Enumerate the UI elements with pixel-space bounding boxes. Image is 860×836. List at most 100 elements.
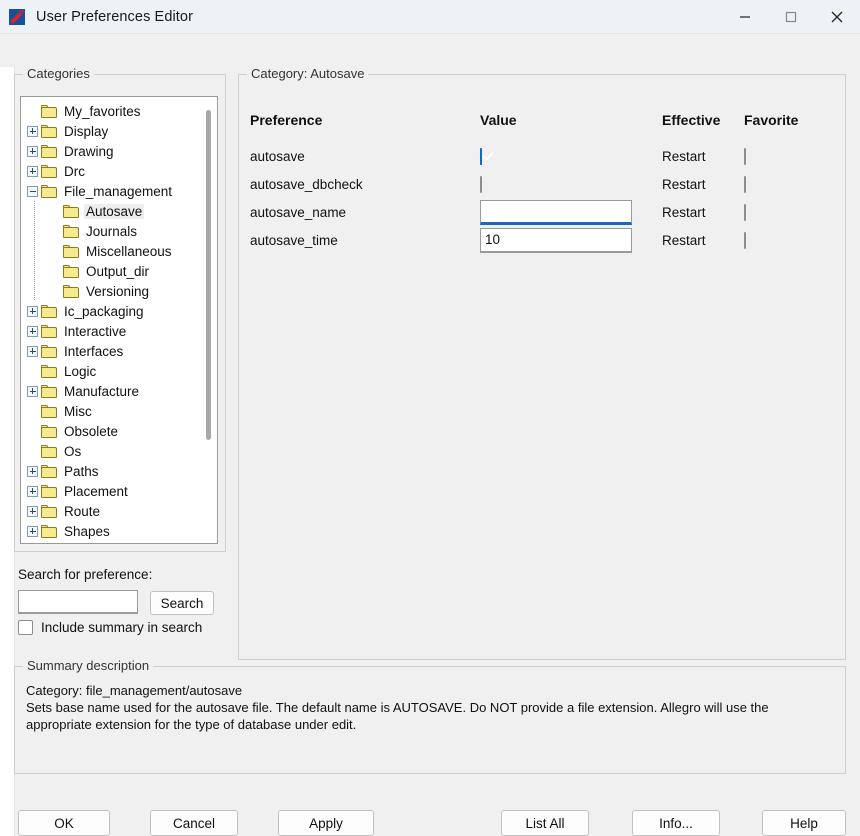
folder-icon [63, 204, 79, 218]
favorite-checkbox[interactable] [744, 147, 746, 165]
folder-icon [41, 484, 57, 498]
include-summary-checkbox[interactable] [18, 620, 33, 635]
tree-item-placement[interactable]: Placement [21, 481, 217, 501]
effective-value: Restart [662, 176, 706, 192]
favorite-checkbox[interactable] [744, 231, 746, 249]
expand-icon[interactable] [27, 125, 38, 137]
effective-value: Restart [662, 232, 706, 248]
tree-connector [34, 241, 35, 261]
tree-item-drawing[interactable]: Drawing [21, 141, 217, 161]
tree-item-journals[interactable]: Journals [21, 221, 217, 241]
tree-item-label: File_management [64, 183, 173, 199]
value-checkbox[interactable] [480, 175, 482, 193]
expand-icon[interactable] [27, 165, 38, 177]
tree-item-label: Drawing [64, 143, 114, 159]
tree-item-label: Paths [64, 463, 99, 479]
tree-item-label: Journals [86, 223, 138, 239]
preference-row: autosave_time Restart [250, 226, 836, 254]
cancel-button[interactable]: Cancel [150, 810, 238, 836]
expand-icon[interactable] [27, 385, 38, 397]
tree-item-label: Interfaces [64, 343, 124, 359]
tree-item-interactive[interactable]: Interactive [21, 321, 217, 341]
user-preferences-editor-window: User Preferences Editor Categories My_fa… [0, 0, 860, 836]
summary-line-2: Sets base name used for the autosave fil… [26, 700, 769, 732]
tree-item-os[interactable]: Os [21, 441, 217, 461]
search-input[interactable] [18, 590, 138, 614]
close-button[interactable] [814, 0, 860, 33]
tree-item-misc[interactable]: Misc [21, 401, 217, 421]
expand-icon[interactable] [27, 305, 38, 317]
folder-icon [41, 144, 57, 158]
tree-item-interfaces[interactable]: Interfaces [21, 341, 217, 361]
folder-icon [41, 304, 57, 318]
tree-item-output_dir[interactable]: Output_dir [21, 261, 217, 281]
value-checkbox[interactable] [480, 147, 482, 165]
folder-icon [41, 404, 57, 418]
tree-item-paths[interactable]: Paths [21, 461, 217, 481]
expand-icon[interactable] [27, 145, 38, 157]
expand-icon[interactable] [27, 345, 38, 357]
info-button[interactable]: Info... [632, 810, 720, 836]
tree-item-miscellaneous[interactable]: Miscellaneous [21, 241, 217, 261]
expand-icon[interactable] [27, 505, 38, 517]
value-text-input[interactable] [480, 227, 632, 253]
tree-connector [34, 281, 35, 301]
tree-item-obsolete[interactable]: Obsolete [21, 421, 217, 441]
tree-item-label: Manufacture [64, 383, 140, 399]
favorite-checkbox[interactable] [744, 203, 746, 221]
collapse-icon[interactable] [27, 185, 38, 197]
tree-item-autosave[interactable]: Autosave [21, 201, 217, 221]
folder-icon [41, 444, 57, 458]
favorite-checkbox[interactable] [744, 175, 746, 193]
search-button[interactable]: Search [150, 591, 214, 615]
folder-icon [63, 284, 79, 298]
tree-item-label: Display [64, 123, 109, 139]
preferences-table: Preference Value Effective Favorite auto… [250, 112, 836, 254]
list-all-button[interactable]: List All [501, 810, 589, 836]
tree-item-manufacture[interactable]: Manufacture [21, 381, 217, 401]
tree-scrollbar-thumb[interactable] [206, 110, 211, 440]
folder-icon [41, 464, 57, 478]
favorite-cell [744, 203, 804, 221]
expand-icon[interactable] [27, 485, 38, 497]
tree-item-route[interactable]: Route [21, 501, 217, 521]
tree-item-file_management[interactable]: File_management [21, 181, 217, 201]
expand-icon[interactable] [27, 325, 38, 337]
effective-value: Restart [662, 148, 706, 164]
minimize-button[interactable] [722, 0, 768, 33]
tree-item-label: Versioning [86, 283, 150, 299]
expand-icon[interactable] [27, 465, 38, 477]
tree-item-label: Obsolete [64, 423, 119, 439]
ok-button[interactable]: OK [18, 810, 110, 836]
include-summary-row[interactable]: Include summary in search [18, 620, 202, 635]
folder-icon [41, 344, 57, 358]
tree-item-my_favorites[interactable]: My_favorites [21, 101, 217, 121]
tree-item-shapes[interactable]: Shapes [21, 521, 217, 541]
summary-group: Summary description Category: file_manag… [14, 658, 846, 774]
tree-item-label: Misc [64, 403, 92, 419]
tree-item-versioning[interactable]: Versioning [21, 281, 217, 301]
apply-button[interactable]: Apply [278, 810, 374, 836]
expand-icon[interactable] [27, 525, 38, 537]
help-button[interactable]: Help [762, 810, 846, 836]
maximize-button[interactable] [768, 0, 814, 33]
tree-item-drc[interactable]: Drc [21, 161, 217, 181]
tree-scrollbar[interactable] [201, 98, 216, 542]
tree-item-logic[interactable]: Logic [21, 361, 217, 381]
categories-tree[interactable]: My_favorites Display Drawing Drc File_manage… [20, 96, 218, 544]
folder-icon [41, 504, 57, 518]
tree-item-display[interactable]: Display [21, 121, 217, 141]
summary-text: Category: file_management/autosave Sets … [26, 682, 834, 733]
tree-item-label: Output_dir [86, 263, 150, 279]
preference-value-cell [480, 199, 662, 225]
tree-item-ic_packaging[interactable]: Ic_packaging [21, 301, 217, 321]
summary-legend: Summary description [23, 658, 154, 673]
value-text-input[interactable] [480, 199, 632, 225]
tree-item-label: Route [64, 503, 101, 519]
folder-icon [41, 384, 57, 398]
